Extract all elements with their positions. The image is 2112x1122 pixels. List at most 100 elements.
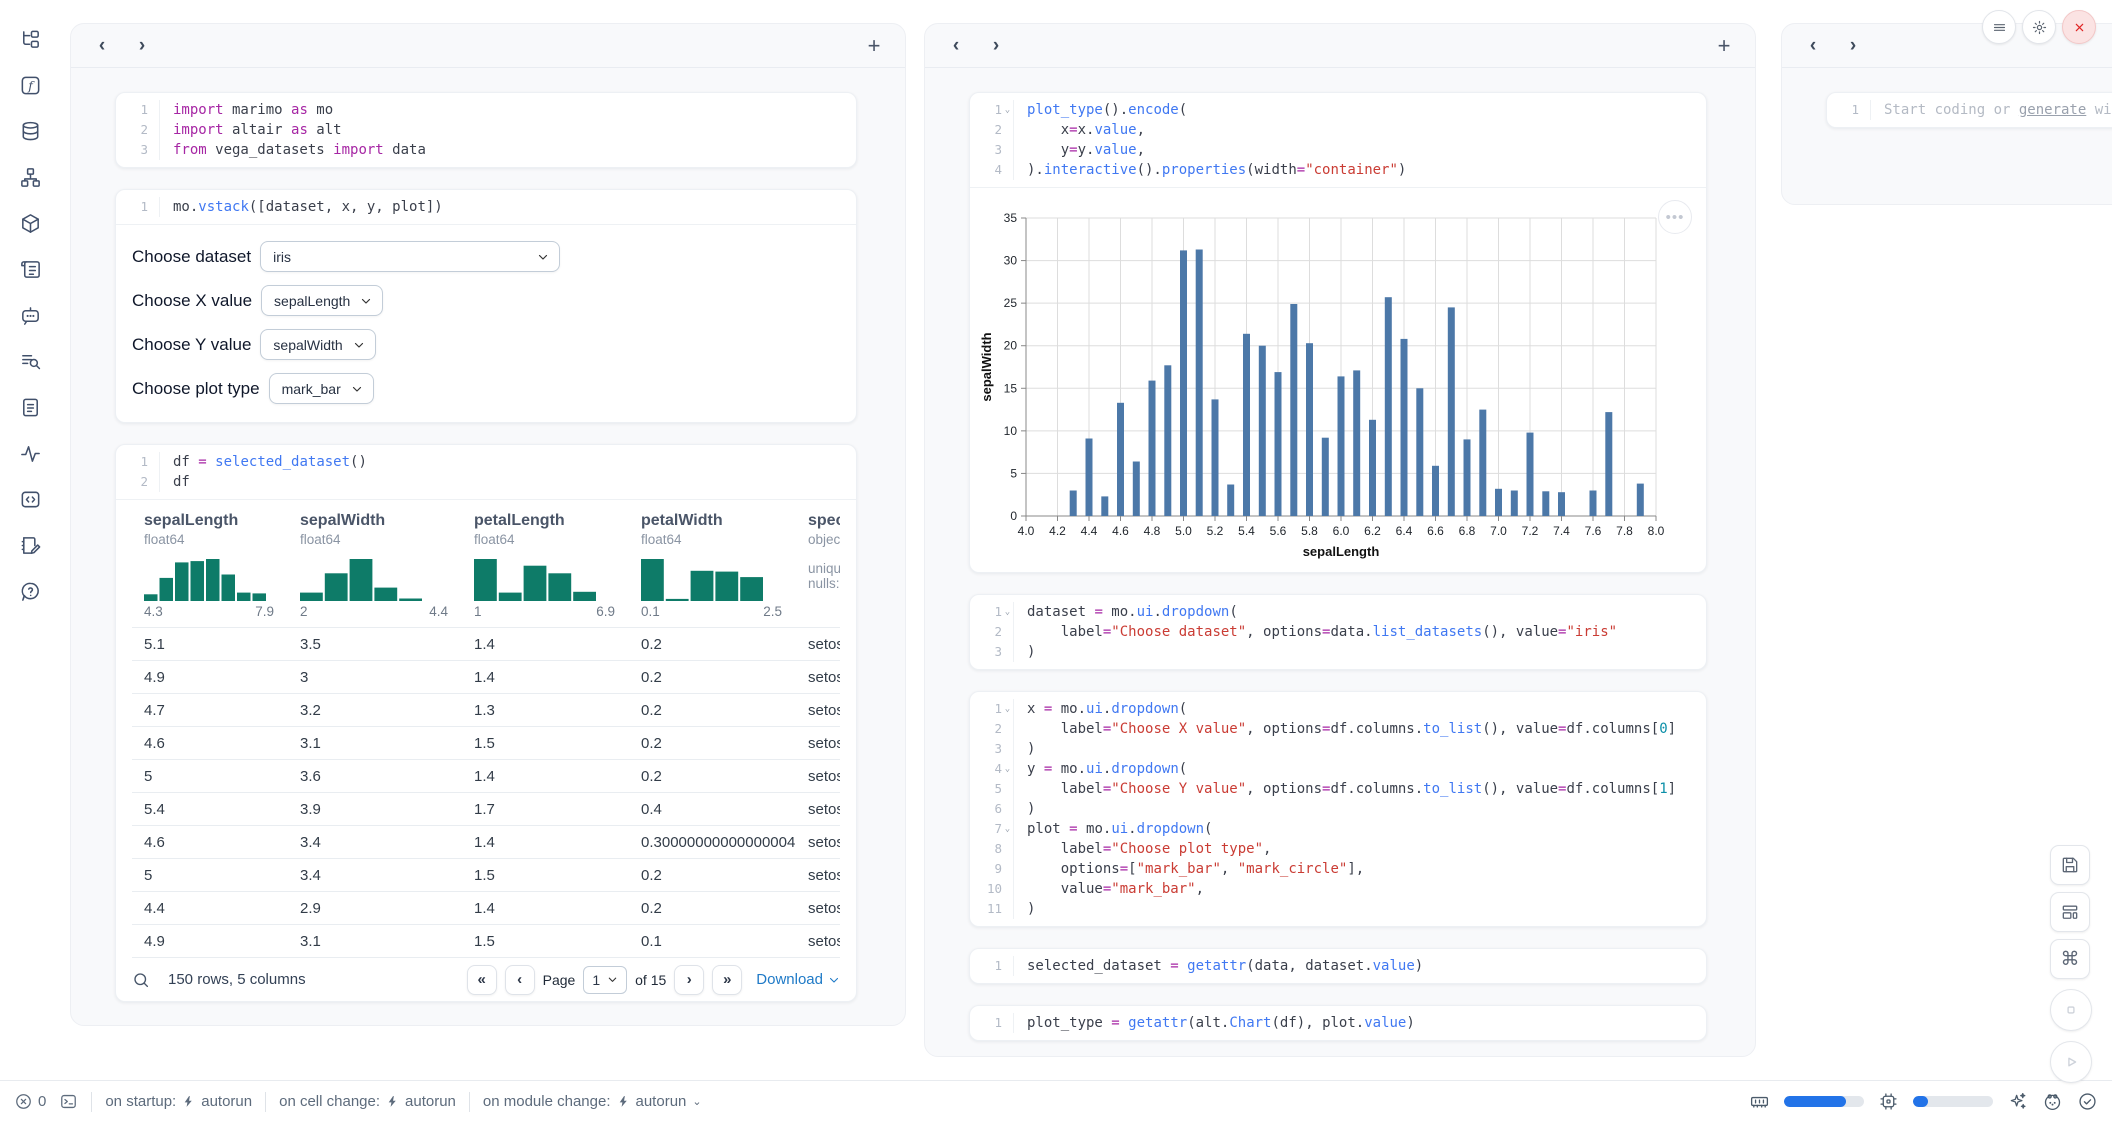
stop-button[interactable] <box>2050 989 2092 1031</box>
cell-vstack: 1mo.vstack([dataset, x, y, plot]) Choose… <box>115 189 857 423</box>
dropdown-choose-y-value[interactable]: sepalWidth <box>260 329 375 360</box>
code-editor[interactable]: 1mo.vstack([dataset, x, y, plot]) <box>116 190 856 224</box>
tracing-icon[interactable] <box>13 436 47 470</box>
dropdown-choose-plot-type[interactable]: mark_bar <box>269 373 374 404</box>
help-icon[interactable] <box>13 574 47 608</box>
file-explorer-icon[interactable] <box>13 22 47 56</box>
chevron-down-icon: ⌄ <box>692 1095 701 1108</box>
line-number: 3 <box>970 739 1014 759</box>
svg-text:6.0: 6.0 <box>1333 524 1350 538</box>
svg-text:7.6: 7.6 <box>1585 524 1602 538</box>
chart-actions-button[interactable]: ••• <box>1658 200 1692 234</box>
datasources-icon[interactable] <box>13 114 47 148</box>
prev-page-button[interactable]: ‹ <box>505 965 535 995</box>
svg-text:6.8: 6.8 <box>1459 524 1476 538</box>
save-button[interactable] <box>2050 845 2090 885</box>
code-placeholder-input[interactable]: Start coding or generate with <box>1871 100 2112 120</box>
svg-text:20: 20 <box>1004 339 1018 353</box>
add-cell-button[interactable]: + <box>1709 31 1739 61</box>
packages-icon[interactable] <box>13 206 47 240</box>
table-cell: 0.2 <box>629 628 796 660</box>
table-cell: 5.4 <box>132 793 288 825</box>
menu-button[interactable] <box>1982 10 2016 44</box>
column-prev-button[interactable]: ‹ <box>941 31 971 61</box>
scratchpad-icon[interactable] <box>13 344 47 378</box>
runtime-icon[interactable] <box>2042 1091 2063 1112</box>
vstack-output: Choose dataset iris Choose X valuesepalLen… <box>116 224 856 422</box>
documentation-icon[interactable] <box>13 390 47 424</box>
table-cell: setos <box>796 826 840 858</box>
first-page-button[interactable]: « <box>467 965 497 995</box>
table-cell: 4.4 <box>132 892 288 924</box>
logs-icon[interactable] <box>13 252 47 286</box>
generate-link[interactable]: generate <box>2019 102 2086 118</box>
page-select[interactable]: 1 <box>583 966 627 994</box>
next-page-button[interactable]: › <box>674 965 704 995</box>
table-cell: 3.2 <box>288 694 462 726</box>
cpu-icon <box>1878 1091 1899 1112</box>
column-prev-button[interactable]: ‹ <box>1798 31 1828 61</box>
keyboard-shortcuts-button[interactable]: ⌘ <box>2050 939 2090 979</box>
line-number: 2 <box>970 120 1014 140</box>
layout-button[interactable] <box>2050 892 2090 932</box>
dependency-graph-icon[interactable] <box>13 160 47 194</box>
variables-icon[interactable]: f <box>13 68 47 102</box>
code-editor[interactable]: 1plot_type = getattr(alt.Chart(df), plot… <box>970 1006 1706 1040</box>
column-prev-button[interactable]: ‹ <box>87 31 117 61</box>
dropdown-choose-x-value[interactable]: sepalLength <box>261 285 383 316</box>
column-header[interactable]: petalWidthfloat640.12.5 <box>629 512 796 627</box>
search-icon[interactable] <box>132 971 150 989</box>
table-row: 4.73.21.30.2setos <box>132 693 840 726</box>
column-header[interactable]: speciobjecuniqunulls: <box>796 512 840 627</box>
column-header[interactable]: sepalWidthfloat6424.4 <box>288 512 462 627</box>
connection-status-icon[interactable] <box>2077 1091 2098 1112</box>
ai-sparkles-icon[interactable] <box>2007 1091 2028 1112</box>
on-cell-change-setting[interactable]: on cell change: autorun <box>279 1093 456 1110</box>
table-cell: 1.3 <box>462 694 629 726</box>
chart-output: 4.04.24.44.64.85.05.25.45.65.86.06.26.46… <box>970 187 1706 572</box>
control-label: Choose dataset <box>132 247 251 267</box>
column-next-button[interactable]: › <box>127 31 157 61</box>
svg-text:5.6: 5.6 <box>1270 524 1287 538</box>
line-number: 2 <box>970 719 1014 739</box>
download-button[interactable]: Download <box>756 971 840 988</box>
run-button[interactable] <box>2050 1041 2092 1083</box>
altair-chart[interactable]: 4.04.24.44.64.85.05.25.45.65.86.06.26.46… <box>970 188 1706 572</box>
dropdown-choose-dataset[interactable]: iris <box>260 241 560 272</box>
line-number: 11 <box>970 899 1014 919</box>
code-editor[interactable]: 1⌄dataset = mo.ui.dropdown(2 label="Choo… <box>970 595 1706 669</box>
column-next-button[interactable]: › <box>981 31 1011 61</box>
code-editor[interactable]: 1⌄plot_type().encode(2 x=x.value,3 y=y.v… <box>970 93 1706 187</box>
column-header[interactable]: petalLengthfloat6416.9 <box>462 512 629 627</box>
on-startup-setting[interactable]: on startup: autorun <box>105 1093 252 1110</box>
table-cell: 2.9 <box>288 892 462 924</box>
line-number: 3 <box>116 140 160 160</box>
svg-text:7.0: 7.0 <box>1490 524 1507 538</box>
table-cell: 1.5 <box>462 727 629 759</box>
on-module-change-setting[interactable]: on module change: autorun ⌄ <box>483 1093 702 1110</box>
table-cell: 3.6 <box>288 760 462 792</box>
last-page-button[interactable]: » <box>712 965 742 995</box>
line-number: 1 <box>970 1013 1014 1033</box>
terminal-button[interactable] <box>59 1092 78 1111</box>
table-cell: 0.2 <box>629 661 796 693</box>
column-header[interactable]: sepalLengthfloat644.37.9 <box>132 512 288 627</box>
svg-text:25: 25 <box>1004 296 1018 310</box>
settings-button[interactable] <box>2022 10 2056 44</box>
column-next-button[interactable]: › <box>1838 31 1868 61</box>
code-editor[interactable]: 1selected_dataset = getattr(data, datase… <box>970 949 1706 983</box>
svg-text:7.4: 7.4 <box>1553 524 1570 538</box>
table-cell: 1.5 <box>462 925 629 957</box>
notebook-column-1: ‹ › + 1import marimo as mo2import altair… <box>70 23 906 1026</box>
close-button[interactable] <box>2062 10 2096 44</box>
control-row: Choose X valuesepalLength <box>132 285 840 316</box>
code-editor[interactable]: 1⌄x = mo.ui.dropdown(2 label="Choose X v… <box>970 692 1706 926</box>
ai-chat-icon[interactable] <box>13 298 47 332</box>
add-cell-button[interactable]: + <box>859 31 889 61</box>
error-panel-button[interactable]: 0 <box>14 1092 46 1111</box>
notebook-icon[interactable] <box>13 528 47 562</box>
snippets-icon[interactable] <box>13 482 47 516</box>
svg-text:7.8: 7.8 <box>1616 524 1633 538</box>
code-editor[interactable]: 1import marimo as mo2import altair as al… <box>116 93 856 167</box>
code-editor[interactable]: 1df = selected_dataset()2df <box>116 445 856 499</box>
